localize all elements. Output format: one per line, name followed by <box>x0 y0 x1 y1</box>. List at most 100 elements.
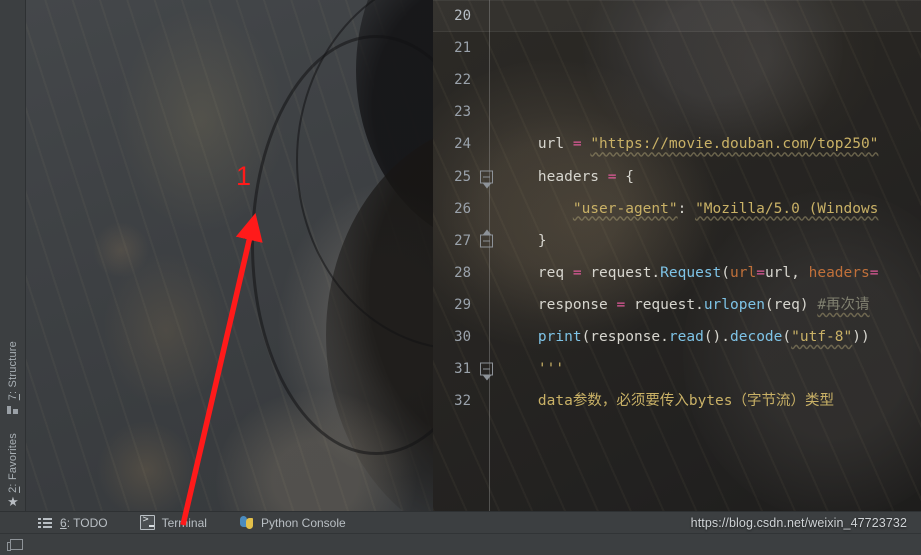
line-number: 32 <box>454 393 471 410</box>
code-line[interactable]: 20 <box>433 0 921 33</box>
code-line[interactable]: 27 } <box>433 225 921 257</box>
status-bar-button-todo[interactable]: 6: TODO <box>38 515 108 530</box>
left-tool-window-bar: 7: Structure 2: Favorites ★ <box>0 0 26 533</box>
line-number: 27 <box>433 229 493 249</box>
line-number: 23 <box>454 104 471 121</box>
code-token: headers <box>537 168 600 185</box>
layout-toggle-icon[interactable] <box>7 539 23 551</box>
line-number: 26 <box>454 200 471 217</box>
status-bar-shortcut-number: 6 <box>60 515 67 530</box>
code-token: (req) <box>764 296 818 313</box>
line-number: 28 <box>454 264 471 281</box>
code-token: read <box>668 328 704 345</box>
code-token: urlopen <box>703 296 765 313</box>
code-line[interactable]: 23 <box>433 96 921 128</box>
code-text: data参数，必须要传入bytes（字节流）类型 <box>481 385 834 417</box>
code-editor[interactable]: 20 21 22 23 24 url = "https://movie.douban.c… <box>433 0 921 512</box>
status-bar-label: 6: TODO <box>60 515 108 530</box>
status-bar-button-terminal[interactable]: Terminal <box>139 514 207 530</box>
python-icon <box>239 515 254 530</box>
bottom-bar <box>0 533 921 555</box>
code-token: = <box>572 264 582 281</box>
code-token: data参数，必须要传入bytes（字节流）类型 <box>537 393 834 410</box>
code-line[interactable]: 24 url = "https://movie.douban.com/top25… <box>433 128 921 160</box>
ide-window: 20 21 22 23 24 url = "https://movie.douban.c… <box>0 0 921 555</box>
structure-icon <box>6 403 20 417</box>
code-token: "https://movie.douban.com/top250" <box>590 136 879 153</box>
code-token: response <box>537 296 608 313</box>
code-token: = <box>616 296 626 313</box>
tool-window-button-structure[interactable]: 7: Structure <box>0 337 26 417</box>
code-token: print <box>537 328 582 345</box>
code-text: req = request.Request(url=url, headers= <box>481 257 879 289</box>
code-text: ''' <box>481 353 564 385</box>
line-number: 24 <box>454 136 471 153</box>
code-token: = <box>869 264 879 281</box>
code-line[interactable]: 30 print(response.read().decode("utf-8")… <box>433 321 921 353</box>
star-icon: ★ <box>7 494 19 509</box>
tool-window-button-favorites[interactable]: 2: Favorites ★ <box>0 429 26 509</box>
code-token: url <box>537 136 565 153</box>
code-token: ''' <box>537 361 565 378</box>
code-token: (response. <box>581 328 669 345</box>
code-token: "Mozilla/5.0 (Windows <box>695 200 879 217</box>
code-token: (). <box>703 328 731 345</box>
tool-window-shortcut-number: 7 <box>7 393 19 401</box>
code-token: "utf-8" <box>791 328 853 345</box>
code-token: "user-agent" <box>572 200 678 217</box>
code-token: ( <box>721 264 731 281</box>
code-text: } <box>481 225 547 257</box>
code-token: = <box>572 136 582 153</box>
code-token: decode <box>730 328 783 345</box>
code-token: request. <box>625 296 704 313</box>
line-number: 20 <box>454 8 471 25</box>
code-token: } <box>503 232 547 249</box>
code-token: url, <box>764 264 809 281</box>
code-token: url <box>730 264 757 281</box>
code-token: request. <box>581 264 661 281</box>
code-line[interactable]: 25 headers = { <box>433 160 921 192</box>
code-line[interactable]: 32 data参数，必须要传入bytes（字节流）类型 <box>433 385 921 417</box>
line-number: 31 <box>433 361 493 381</box>
status-bar-items: 6: TODO Terminal Python Console <box>0 514 378 530</box>
tool-window-label: 7: Structure <box>7 340 19 401</box>
code-token: req <box>537 264 565 281</box>
tool-window-label: 2: Favorites <box>7 433 19 493</box>
code-line[interactable]: 31 ''' <box>433 353 921 385</box>
tool-window-shortcut-number: 2 <box>7 486 19 493</box>
code-token: : <box>677 200 696 217</box>
code-token: Request <box>660 264 722 281</box>
code-line[interactable]: 22 <box>433 64 921 96</box>
status-bar-label: Python Console <box>260 515 346 530</box>
current-line-highlight <box>433 0 921 33</box>
code-line[interactable]: 28 req = request.Request(url=url, header… <box>433 257 921 289</box>
code-line[interactable]: 26 "user-agent": "Mozilla/5.0 (Windows <box>433 193 921 225</box>
code-line-list[interactable]: 20 21 22 23 24 url = "https://movie.douban.c… <box>433 0 921 512</box>
code-token: = <box>607 168 617 185</box>
line-number: 25 <box>433 169 493 189</box>
code-token: { <box>616 168 634 185</box>
code-text: url = "https://movie.douban.com/top250" <box>481 128 879 160</box>
status-bar-button-python-console[interactable]: Python Console <box>239 515 346 530</box>
code-line[interactable]: 21 <box>433 32 921 64</box>
line-number: 22 <box>454 72 471 89</box>
code-token: )) <box>852 328 870 345</box>
code-line[interactable]: 29 response = request.urlopen(req) #再次请 <box>433 289 921 321</box>
line-number: 29 <box>454 296 471 313</box>
line-number: 30 <box>454 328 471 345</box>
code-text: headers = { <box>481 161 634 193</box>
terminal-icon <box>139 514 155 530</box>
todo-list-icon <box>38 515 53 530</box>
code-token: #再次请 <box>817 296 870 313</box>
